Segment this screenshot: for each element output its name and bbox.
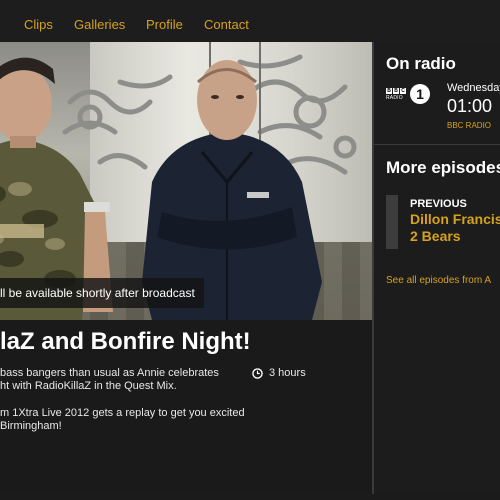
description-line: bass bangers than usual as Annie celebra… (0, 367, 219, 379)
see-all-episodes-link[interactable]: See all episodes from A (386, 275, 491, 286)
nav-item-contact[interactable]: Contact (204, 17, 249, 32)
bbc-letter: C (400, 87, 406, 94)
sidebar-divider (374, 144, 500, 145)
description-line: m 1Xtra Live 2012 gets a replay to get y… (0, 407, 245, 419)
episode-duration: 3 hours (252, 367, 306, 379)
radio-word: RADIO (386, 94, 403, 101)
broadcast-time: 01:00 (447, 96, 493, 116)
bbc-letter: B (386, 87, 392, 94)
episode-title: laZ and Bonfire Night! (0, 328, 251, 355)
broadcast-station[interactable]: BBC RADIO (447, 121, 491, 130)
nav-item-galleries[interactable]: Galleries (74, 17, 125, 32)
previous-episode-thumbnail[interactable] (386, 195, 398, 249)
nav-item-profile[interactable]: Profile (146, 17, 183, 32)
sidebar: On radio B B C RADIO 1 Wednesday 01:00 B… (372, 42, 500, 494)
previous-label: PREVIOUS (410, 198, 467, 210)
clock-icon (252, 367, 263, 379)
description-line: ht with RadioKillaZ in the Quest Mix. (0, 380, 177, 392)
bbc-letter: B (393, 87, 399, 94)
previous-episode-link[interactable]: Dillon Francis 2 Bears (410, 211, 500, 245)
previous-title-line: Dillon Francis (410, 211, 500, 227)
radio1-number: 1 (410, 84, 430, 104)
on-radio-heading: On radio (386, 54, 456, 73)
episode-hero-image: ll be available shortly after broadcast (0, 42, 372, 320)
duration-text: 3 hours (269, 367, 306, 379)
previous-title-line: 2 Bears (410, 228, 461, 244)
episode-description: bass bangers than usual as Annie celebra… (0, 367, 245, 433)
availability-banner: ll be available shortly after broadcast (0, 278, 204, 308)
episode-main: ll be available shortly after broadcast … (0, 42, 372, 494)
broadcast-day: Wednesday (447, 82, 500, 94)
more-episodes-heading: More episodes (386, 158, 500, 177)
description-line: Birmingham! (0, 420, 62, 432)
bbc-radio1-logo[interactable]: B B C RADIO 1 (386, 84, 430, 104)
nav-item-clips[interactable]: Clips (24, 17, 53, 32)
top-nav: Clips Galleries Profile Contact (0, 0, 500, 47)
